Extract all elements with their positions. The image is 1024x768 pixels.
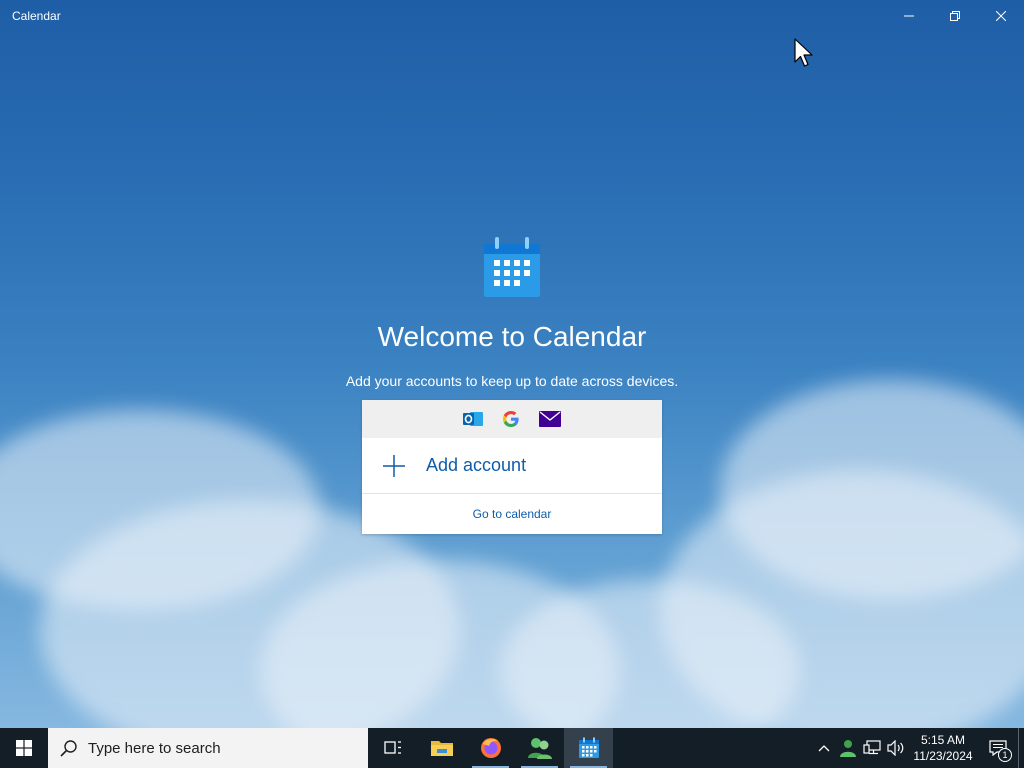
welcome-title: Welcome to Calendar: [377, 321, 647, 352]
welcome-section: Welcome to Calendar Add your accounts to…: [0, 236, 1024, 389]
action-center-button[interactable]: 1: [978, 728, 1018, 768]
calendar-app-button[interactable]: [564, 728, 613, 768]
mouse-pointer-icon: [794, 38, 814, 73]
title-bar: Calendar: [0, 0, 1024, 32]
user-icon: [840, 740, 856, 757]
welcome-subtitle: Add your accounts to keep up to date acr…: [345, 373, 679, 389]
task-view-icon: [383, 741, 401, 754]
firefox-icon: [480, 738, 501, 758]
clock-time: 5:15 AM: [920, 733, 966, 747]
close-button[interactable]: [978, 0, 1024, 32]
system-tray: 5:15 AM 11/23/2024 1: [812, 728, 1024, 768]
people-app-button[interactable]: [515, 728, 564, 768]
windows-logo-icon: [16, 740, 32, 756]
taskbar: Type here to search 5:15 AM 11/23/2024 1: [0, 728, 1024, 768]
show-desktop-button[interactable]: [1018, 728, 1024, 768]
restore-button[interactable]: [932, 0, 978, 32]
plus-icon: [382, 454, 406, 478]
taskbar-clock[interactable]: 5:15 AM 11/23/2024: [908, 732, 978, 764]
notification-count-badge: 1: [998, 748, 1012, 762]
show-hidden-icons-button[interactable]: [812, 728, 836, 768]
calendar-app-icon: [578, 737, 599, 758]
start-button[interactable]: [0, 728, 48, 768]
window-title: Calendar: [12, 9, 61, 23]
volume-button[interactable]: [884, 728, 908, 768]
search-placeholder: Type here to search: [88, 739, 221, 757]
clock-date: 11/23/2024: [913, 749, 973, 763]
network-icon: [863, 740, 881, 755]
calendar-window: Calendar Welcome to Calendar Add your ac…: [0, 0, 1024, 728]
account-card: Add account Go to calendar: [362, 400, 662, 534]
task-view-button[interactable]: [368, 728, 417, 768]
close-icon: [996, 11, 1006, 21]
add-account-label: Add account: [426, 455, 527, 475]
firefox-button[interactable]: [466, 728, 515, 768]
chevron-up-icon: [818, 745, 830, 752]
volume-icon: [887, 740, 904, 756]
minimize-icon: [904, 15, 914, 17]
calendar-logo-icon: [483, 236, 541, 303]
file-explorer-icon: [430, 741, 453, 756]
outlook-icon: [463, 410, 483, 428]
search-icon: [60, 739, 78, 757]
user-tray-button[interactable]: [836, 728, 860, 768]
file-explorer-button[interactable]: [417, 728, 466, 768]
restore-icon: [950, 11, 960, 21]
add-account-button[interactable]: Add account: [362, 438, 662, 494]
window-controls: [886, 0, 1024, 32]
go-to-calendar-link[interactable]: Go to calendar: [362, 494, 662, 534]
mail-icon: [539, 411, 561, 427]
taskbar-search-box[interactable]: Type here to search: [48, 728, 368, 768]
people-app-icon: [527, 738, 552, 759]
network-button[interactable]: [860, 728, 884, 768]
provider-icons: [362, 400, 662, 438]
minimize-button[interactable]: [886, 0, 932, 32]
google-icon: [501, 409, 521, 429]
